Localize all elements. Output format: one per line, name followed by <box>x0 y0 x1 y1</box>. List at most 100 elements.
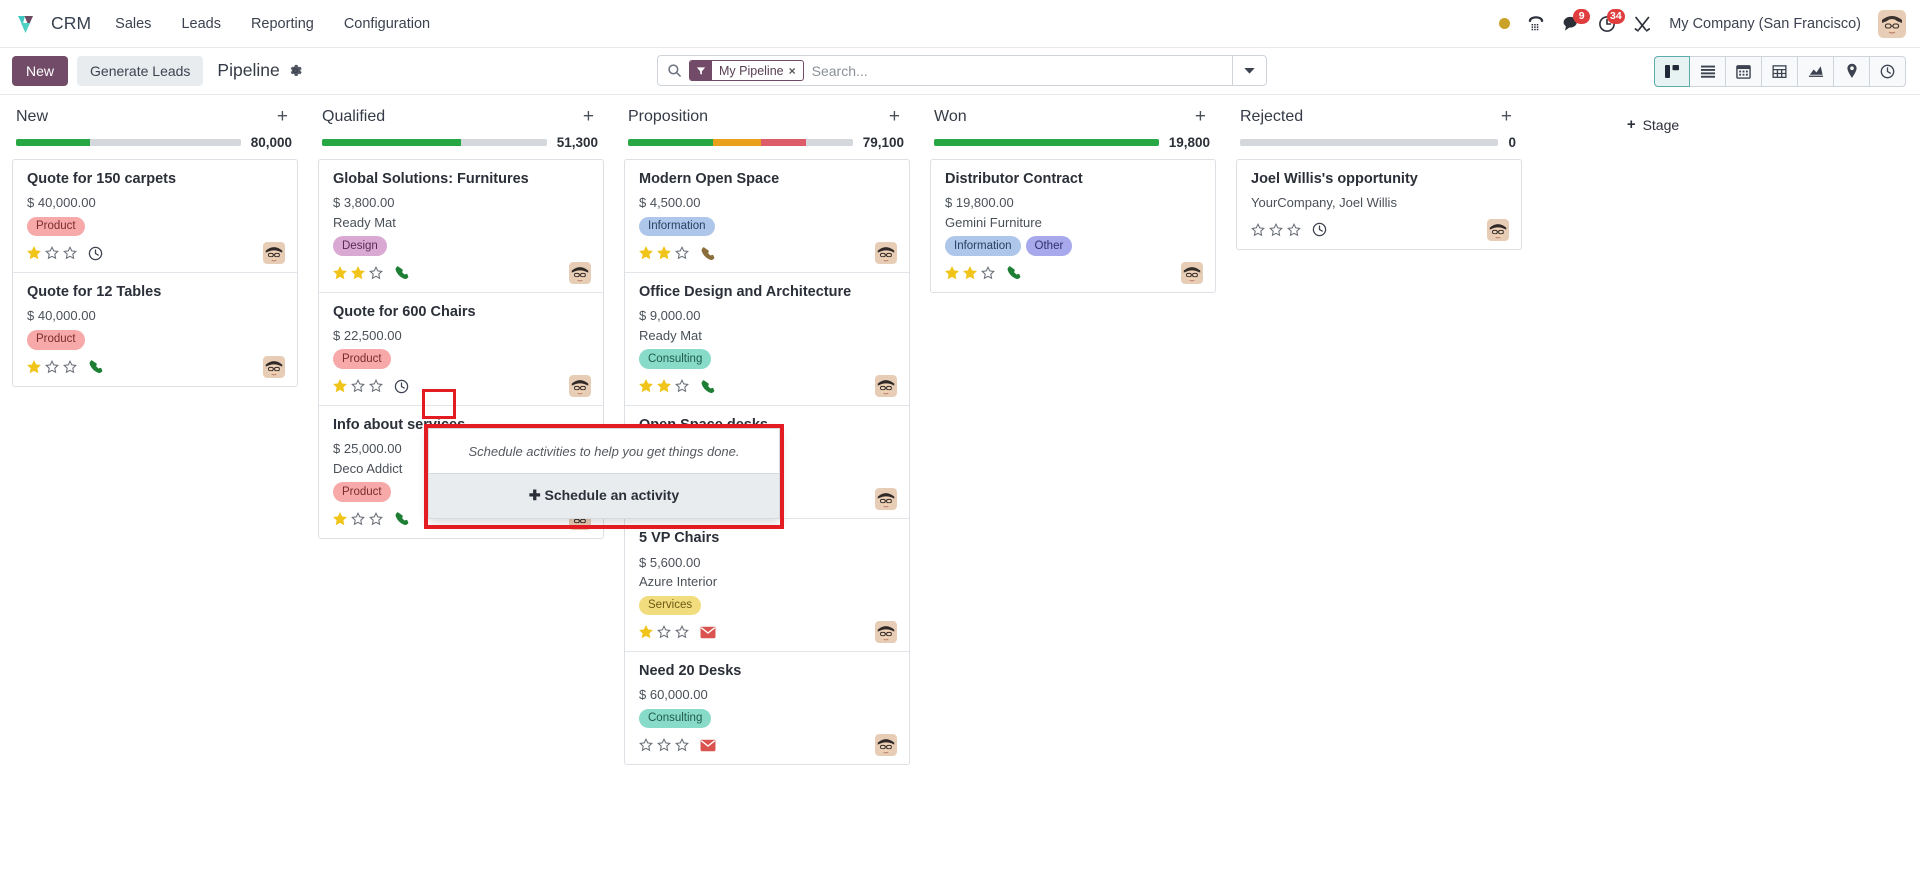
card-assignee-avatar[interactable] <box>1487 219 1509 241</box>
priority-star[interactable] <box>657 625 671 639</box>
progress-segment[interactable] <box>628 139 713 146</box>
envelope-icon[interactable] <box>700 739 716 752</box>
company-selector[interactable]: My Company (San Francisco) <box>1669 16 1861 32</box>
card-tag[interactable]: Information <box>945 236 1021 256</box>
column-title[interactable]: Proposition <box>628 108 708 126</box>
progress-segment[interactable] <box>761 139 806 146</box>
priority-star[interactable] <box>63 246 77 260</box>
priority-star[interactable] <box>369 512 383 526</box>
phone-icon[interactable] <box>700 246 715 261</box>
card-assignee-avatar[interactable] <box>1181 262 1203 284</box>
new-button[interactable]: New <box>12 56 68 87</box>
kanban-card[interactable]: 5 VP Chairs$ 5,600.00Azure InteriorServi… <box>625 519 909 652</box>
priority-star[interactable] <box>351 266 365 280</box>
priority-star[interactable] <box>1269 223 1283 237</box>
phone-icon[interactable] <box>394 511 409 526</box>
card-assignee-avatar[interactable] <box>875 621 897 643</box>
progress-segment[interactable] <box>16 139 90 146</box>
column-add-card-button[interactable]: + <box>885 107 904 126</box>
progress-segment[interactable] <box>934 139 1159 146</box>
card-tag[interactable]: Design <box>333 236 387 256</box>
progress-segment[interactable] <box>1240 139 1498 146</box>
card-assignee-avatar[interactable] <box>875 375 897 397</box>
card-tag[interactable]: Product <box>333 349 391 369</box>
clock-icon[interactable] <box>88 246 103 261</box>
priority-star[interactable] <box>333 512 347 526</box>
priority-star[interactable] <box>963 266 977 280</box>
priority-star[interactable] <box>639 738 653 752</box>
column-add-card-button[interactable]: + <box>273 107 292 126</box>
envelope-icon[interactable] <box>700 626 716 639</box>
priority-star[interactable] <box>981 266 995 280</box>
search-dropdown-toggle[interactable] <box>1232 56 1266 85</box>
kanban-card[interactable]: Global Solutions: Furnitures$ 3,800.00Re… <box>319 160 603 293</box>
card-tag[interactable]: Product <box>27 330 85 350</box>
view-graph[interactable] <box>1798 56 1834 87</box>
priority-star[interactable] <box>639 246 653 260</box>
priority-star[interactable] <box>675 379 689 393</box>
progress-segment[interactable] <box>461 139 546 146</box>
view-calendar[interactable] <box>1726 56 1762 87</box>
column-add-card-button[interactable]: + <box>579 107 598 126</box>
kanban-card[interactable]: Need 20 Desks$ 60,000.00Consulting <box>625 652 909 764</box>
phone-icon[interactable] <box>394 265 409 280</box>
card-tag[interactable]: Product <box>27 217 85 237</box>
priority-star[interactable] <box>639 625 653 639</box>
view-map[interactable] <box>1834 56 1870 87</box>
progress-segment[interactable] <box>806 139 853 146</box>
priority-star[interactable] <box>45 360 59 374</box>
priority-star[interactable] <box>333 266 347 280</box>
schedule-activity-button[interactable]: ✚ Schedule an activity <box>429 473 779 518</box>
view-pivot[interactable] <box>1762 56 1798 87</box>
search-facet-my-pipeline[interactable]: My Pipeline × <box>689 60 804 81</box>
card-tag[interactable]: Other <box>1026 236 1073 256</box>
search-bar[interactable]: My Pipeline × <box>657 55 1267 86</box>
column-title[interactable]: Won <box>934 108 967 126</box>
card-tag[interactable]: Product <box>333 482 391 502</box>
search-input[interactable] <box>812 63 1232 79</box>
view-list[interactable] <box>1690 56 1726 87</box>
card-tag[interactable]: Consulting <box>639 709 711 729</box>
priority-star[interactable] <box>63 360 77 374</box>
menu-item-leads[interactable]: Leads <box>179 12 223 36</box>
priority-star[interactable] <box>45 246 59 260</box>
progress-segment[interactable] <box>90 139 241 146</box>
card-assignee-avatar[interactable] <box>875 488 897 510</box>
gear-icon[interactable] <box>288 63 303 78</box>
column-title[interactable]: New <box>16 108 48 126</box>
progress-segment[interactable] <box>322 139 461 146</box>
menu-item-reporting[interactable]: Reporting <box>249 12 316 36</box>
messages-icon[interactable]: 9 <box>1562 15 1581 32</box>
priority-star[interactable] <box>1251 223 1265 237</box>
phone-icon[interactable] <box>1006 265 1021 280</box>
column-add-card-button[interactable]: + <box>1191 107 1210 126</box>
priority-star[interactable] <box>945 266 959 280</box>
kanban-card[interactable]: Quote for 12 Tables$ 40,000.00Product <box>13 273 297 385</box>
kanban-card[interactable]: Quote for 150 carpets$ 40,000.00Product <box>13 160 297 273</box>
clock-icon[interactable] <box>394 379 409 394</box>
priority-star[interactable] <box>639 379 653 393</box>
priority-star[interactable] <box>1287 223 1301 237</box>
priority-star[interactable] <box>657 379 671 393</box>
priority-star[interactable] <box>657 246 671 260</box>
priority-star[interactable] <box>675 246 689 260</box>
kanban-card[interactable]: Distributor Contract$ 19,800.00Gemini Fu… <box>931 160 1215 292</box>
card-assignee-avatar[interactable] <box>569 262 591 284</box>
priority-star[interactable] <box>351 379 365 393</box>
kanban-card[interactable]: Modern Open Space$ 4,500.00Information <box>625 160 909 273</box>
priority-star[interactable] <box>27 246 41 260</box>
column-title[interactable]: Qualified <box>322 108 385 126</box>
phone-icon[interactable] <box>1527 15 1545 32</box>
settings-tools-icon[interactable] <box>1633 15 1652 33</box>
column-add-card-button[interactable]: + <box>1497 107 1516 126</box>
card-assignee-avatar[interactable] <box>263 356 285 378</box>
card-tag[interactable]: Consulting <box>639 349 711 369</box>
card-assignee-avatar[interactable] <box>875 242 897 264</box>
progress-segment[interactable] <box>713 139 760 146</box>
facet-remove-icon[interactable]: × <box>789 64 803 78</box>
card-assignee-avatar[interactable] <box>569 375 591 397</box>
column-title[interactable]: Rejected <box>1240 108 1303 126</box>
app-brand[interactable]: CRM <box>10 13 91 35</box>
kanban-card[interactable]: Joel Willis's opportunityYourCompany, Jo… <box>1237 160 1521 249</box>
activities-icon[interactable]: 34 <box>1598 15 1616 33</box>
